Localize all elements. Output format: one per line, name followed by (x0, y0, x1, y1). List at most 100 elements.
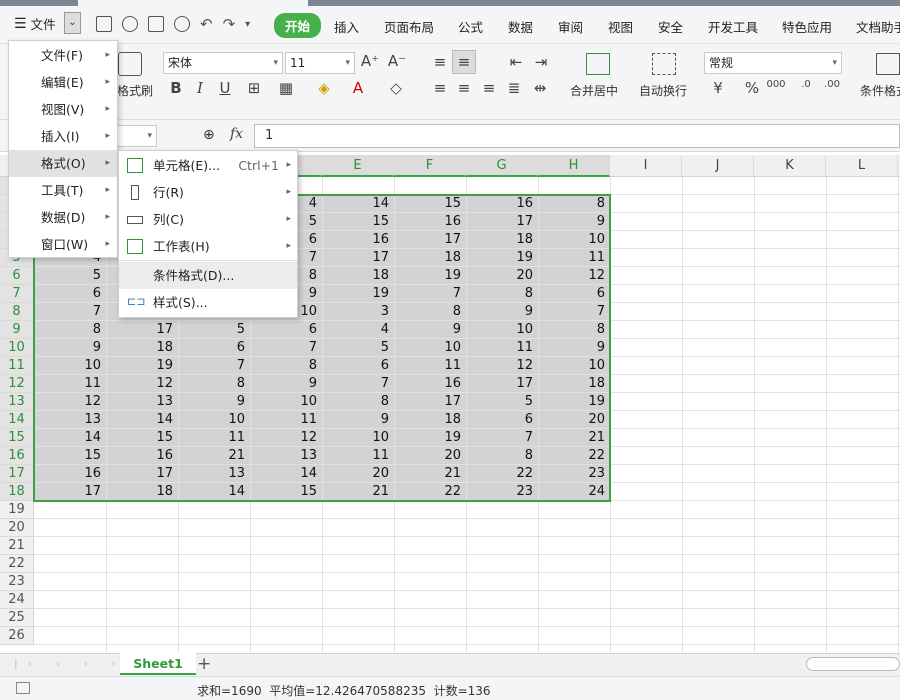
name-box[interactable]: ▾ (117, 125, 157, 147)
tab-review[interactable]: 审阅 (558, 17, 583, 36)
align-top-icon[interactable]: ≡ (430, 53, 450, 71)
tab-data[interactable]: 数据 (508, 17, 533, 36)
currency-icon[interactable]: ¥ (708, 79, 728, 97)
row-header-18[interactable]: 18 (0, 483, 34, 501)
tab-developer[interactable]: 开发工具 (708, 17, 758, 36)
chevron-down-icon[interactable]: ⌄ (64, 12, 81, 34)
save-icon[interactable] (96, 16, 112, 32)
column-header-f[interactable]: F (394, 155, 466, 177)
tab-formulas[interactable]: 公式 (458, 17, 483, 36)
row-header-7[interactable]: 7 (0, 285, 34, 303)
borders-icon[interactable]: ⊞ (244, 79, 264, 97)
fx-icon[interactable]: fx (230, 126, 243, 142)
column-header-h[interactable]: H (538, 155, 610, 177)
menu-item-format[interactable]: 格式(O) ▸ (9, 150, 117, 177)
row-header-20[interactable]: 20 (0, 519, 34, 537)
conditional-format-label[interactable]: 条件格式 (860, 82, 900, 99)
column-header-e[interactable]: E (322, 155, 394, 177)
column-header-i[interactable]: I (610, 155, 682, 177)
tab-doc-assistant[interactable]: 文档助手 (856, 17, 900, 36)
percent-icon[interactable]: % (742, 79, 762, 97)
wrap-text-icon[interactable] (652, 53, 676, 75)
italic-icon[interactable]: I (190, 79, 210, 97)
sheet-tab-sheet1[interactable]: Sheet1 (120, 653, 196, 675)
font-size-select[interactable]: 11 ▾ (285, 52, 355, 74)
row-header-8[interactable]: 8 (0, 303, 34, 321)
row-header-17[interactable]: 17 (0, 465, 34, 483)
merge-center-icon[interactable] (586, 53, 610, 75)
row-header-26[interactable]: 26 (0, 627, 34, 645)
row-header-25[interactable]: 25 (0, 609, 34, 627)
row-header-10[interactable]: 10 (0, 339, 34, 357)
menu-item-row[interactable]: 行(R) ▸ (119, 179, 297, 206)
tab-security[interactable]: 安全 (658, 17, 683, 36)
menu-item-cell[interactable]: 单元格(E)... Ctrl+1 ▸ (119, 152, 297, 179)
align-middle-icon[interactable]: ≡ (454, 53, 474, 71)
tab-page-layout[interactable]: 页面布局 (384, 17, 434, 36)
add-sheet-icon[interactable]: + (197, 654, 211, 674)
decrease-font-icon[interactable]: A⁻ (387, 52, 407, 70)
row-header-9[interactable]: 9 (0, 321, 34, 339)
export-icon[interactable] (122, 16, 138, 32)
tab-features[interactable]: 特色应用 (782, 17, 832, 36)
row-header-13[interactable]: 13 (0, 393, 34, 411)
increase-font-icon[interactable]: A⁺ (360, 52, 380, 70)
horizontal-scrollbar[interactable] (806, 657, 900, 671)
menu-item-style[interactable]: ⊏⊐ 样式(S)... (119, 289, 297, 316)
menu-item-insert[interactable]: 插入(I) ▸ (9, 123, 117, 150)
row-header-16[interactable]: 16 (0, 447, 34, 465)
status-monitor-icon[interactable] (16, 682, 30, 694)
row-header-12[interactable]: 12 (0, 375, 34, 393)
menu-item-view[interactable]: 视图(V) ▸ (9, 96, 117, 123)
font-name-select[interactable]: 宋体 ▾ (163, 52, 283, 74)
increase-decimal-icon[interactable]: .0 (796, 79, 816, 90)
fill-icon[interactable]: ▦ (276, 79, 296, 97)
align-right-icon[interactable]: ≡ (479, 79, 499, 97)
format-painter-label[interactable]: 格式刷 (117, 82, 153, 99)
menu-item-conditional-format[interactable]: 条件格式(D)... (119, 262, 297, 289)
row-header-24[interactable]: 24 (0, 591, 34, 609)
row-header-6[interactable]: 6 (0, 267, 34, 285)
align-left-icon[interactable]: ≡ (430, 79, 450, 97)
indent-decrease-icon[interactable]: ⇤ (506, 53, 526, 71)
row-header-15[interactable]: 15 (0, 429, 34, 447)
column-header-j[interactable]: J (682, 155, 754, 177)
decrease-decimal-icon[interactable]: .00 (822, 79, 842, 90)
menu-item-worksheet[interactable]: 工作表(H) ▸ (119, 233, 297, 260)
bold-icon[interactable]: B (166, 79, 186, 97)
redo-icon[interactable]: ↷ (223, 15, 236, 33)
row-header-23[interactable]: 23 (0, 573, 34, 591)
indent-increase-icon[interactable]: ⇥ (531, 53, 551, 71)
column-header-g[interactable]: G (466, 155, 538, 177)
menu-item-window[interactable]: 窗口(W) ▸ (9, 231, 117, 258)
distribute-icon[interactable]: ⇹ (530, 79, 550, 97)
number-format-select[interactable]: 常规 ▾ (704, 52, 842, 74)
conditional-format-icon[interactable] (876, 53, 900, 75)
wrap-text-label[interactable]: 自动换行 (639, 82, 687, 99)
print-icon[interactable] (148, 16, 164, 32)
justify-icon[interactable]: ≣ (504, 79, 524, 97)
underline-icon[interactable]: U (215, 79, 235, 97)
zoom-icon[interactable]: ⊕ (203, 127, 215, 143)
format-painter-icon[interactable] (118, 52, 142, 76)
menu-item-edit[interactable]: 编辑(E) ▸ (9, 69, 117, 96)
undo-icon[interactable]: ↶ (200, 15, 213, 33)
font-color-icon[interactable]: A (348, 79, 368, 97)
formula-input[interactable]: 1 (254, 124, 900, 148)
file-menu-button[interactable]: ☰ 文件 (14, 14, 56, 33)
row-header-21[interactable]: 21 (0, 537, 34, 555)
thousands-icon[interactable]: 000 (766, 79, 786, 90)
align-center-icon[interactable]: ≡ (454, 79, 474, 97)
column-header-k[interactable]: K (754, 155, 826, 177)
print-preview-icon[interactable] (174, 16, 190, 32)
row-header-11[interactable]: 11 (0, 357, 34, 375)
tab-start[interactable]: 开始 (274, 13, 322, 38)
column-header-l[interactable]: L (826, 155, 898, 177)
row-header-22[interactable]: 22 (0, 555, 34, 573)
customize-toolbar-icon[interactable]: ▾ (245, 19, 250, 30)
row-header-14[interactable]: 14 (0, 411, 34, 429)
highlight-icon[interactable]: ◈ (314, 79, 334, 97)
row-header-19[interactable]: 19 (0, 501, 34, 519)
clear-format-icon[interactable]: ◇ (386, 79, 406, 97)
merge-center-label[interactable]: 合并居中 (570, 82, 618, 99)
